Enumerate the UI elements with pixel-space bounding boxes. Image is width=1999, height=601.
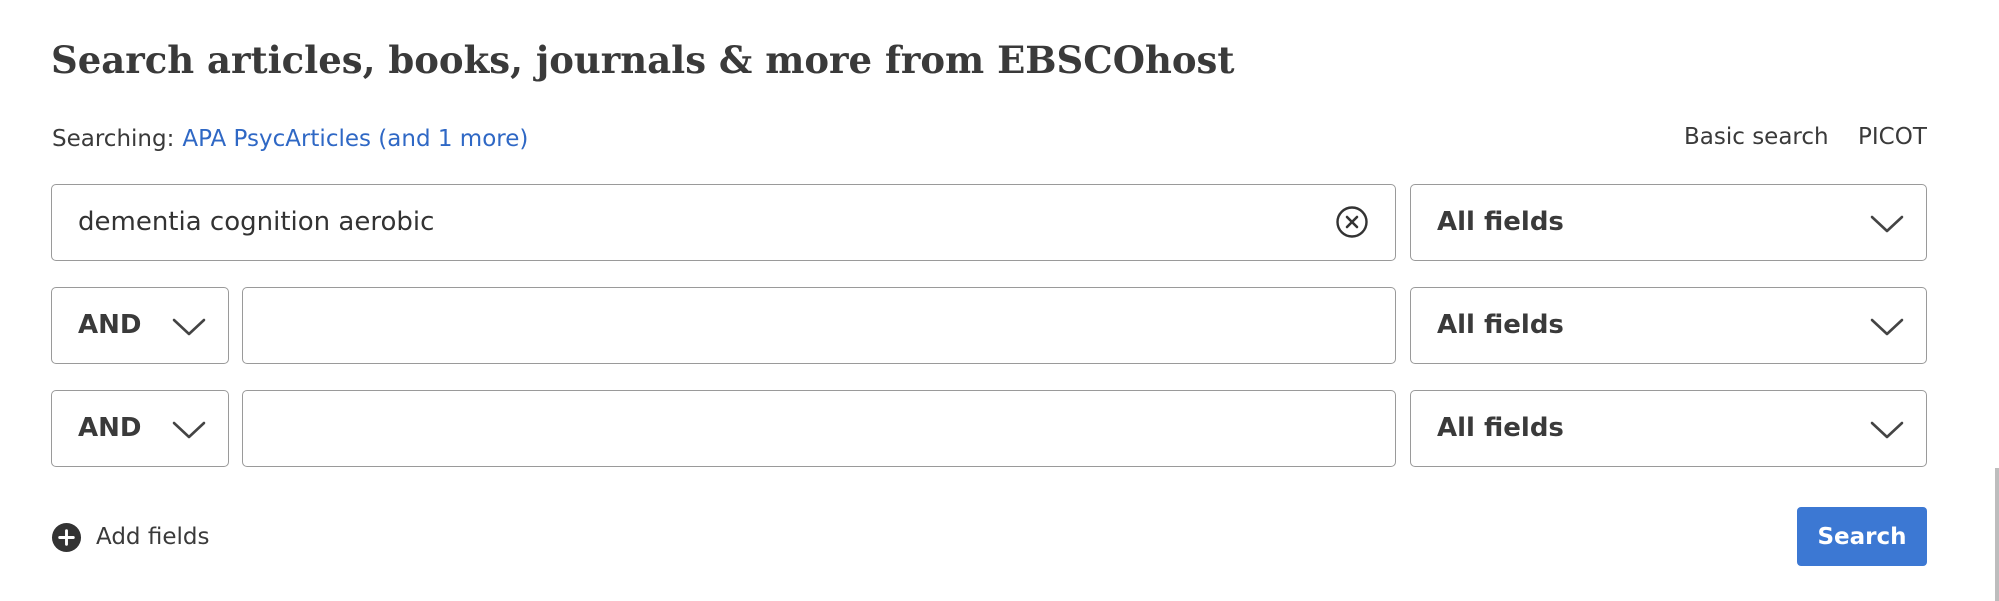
plus-circle-icon: [51, 522, 82, 552]
field-select-value-1: All fields: [1437, 207, 1564, 237]
basic-search-link[interactable]: Basic search: [1684, 121, 1829, 153]
chevron-down-icon: [172, 421, 206, 439]
picot-link[interactable]: PICOT: [1858, 121, 1927, 153]
page-title: Search articles, books, journals & more …: [51, 38, 1235, 82]
clear-circle-x-icon[interactable]: [1334, 204, 1370, 240]
boolean-operator-select-2[interactable]: AND: [51, 287, 229, 364]
searching-label: Searching:: [52, 126, 175, 152]
search-query-input-3[interactable]: [242, 390, 1396, 467]
search-query-input-2[interactable]: [242, 287, 1396, 364]
search-query-text-1: dementia cognition aerobic: [78, 207, 435, 237]
add-fields-button[interactable]: Add fields: [51, 519, 209, 555]
field-select-1[interactable]: All fields: [1410, 184, 1927, 261]
chevron-down-icon: [1870, 421, 1904, 439]
add-fields-label: Add fields: [96, 524, 210, 550]
search-button[interactable]: Search: [1797, 507, 1927, 566]
databases-link[interactable]: APA PsycArticles (and 1 more): [182, 126, 528, 152]
boolean-operator-select-3[interactable]: AND: [51, 390, 229, 467]
chevron-down-icon: [172, 318, 206, 336]
field-select-2[interactable]: All fields: [1410, 287, 1927, 364]
chevron-down-icon: [1870, 318, 1904, 336]
field-select-3[interactable]: All fields: [1410, 390, 1927, 467]
boolean-operator-value-3: AND: [78, 413, 142, 443]
scrollbar[interactable]: [1995, 468, 1999, 601]
field-select-value-2: All fields: [1437, 310, 1564, 340]
searching-bar: Searching: APA PsycArticles (and 1 more): [52, 123, 528, 155]
chevron-down-icon: [1870, 215, 1904, 233]
field-select-value-3: All fields: [1437, 413, 1564, 443]
search-query-input-1[interactable]: dementia cognition aerobic: [51, 184, 1396, 261]
boolean-operator-value-2: AND: [78, 310, 142, 340]
